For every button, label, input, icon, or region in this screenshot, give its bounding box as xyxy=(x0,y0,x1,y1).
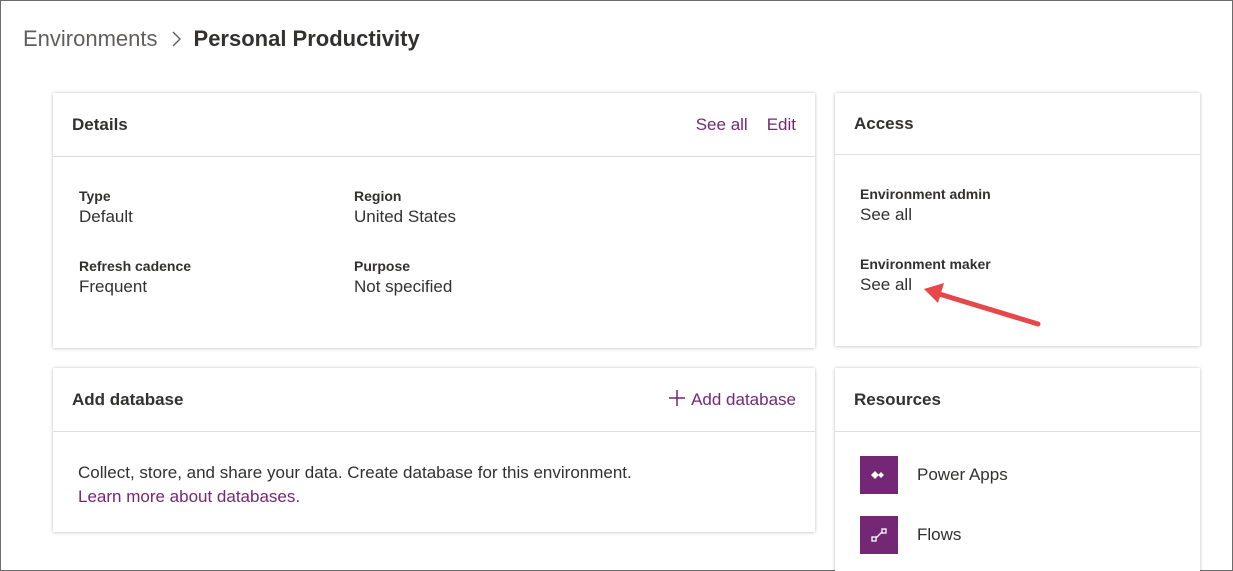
details-actions: See all Edit xyxy=(696,115,796,135)
breadcrumb-environments-link[interactable]: Environments xyxy=(23,26,158,52)
learn-more-databases-link[interactable]: Learn more about databases. xyxy=(78,485,632,509)
resources-header: Resources xyxy=(835,368,1200,432)
access-header: Access xyxy=(835,93,1200,155)
add-database-title: Add database xyxy=(72,389,184,409)
field-purpose-value: Not specified xyxy=(354,277,453,296)
add-database-card: Add database Add database Collect, store… xyxy=(53,368,815,532)
environment-maker: Environment maker See all xyxy=(860,256,991,295)
add-database-header: Add database Add database xyxy=(53,368,815,432)
field-type: Type Default xyxy=(79,188,133,227)
resource-power-apps-label: Power Apps xyxy=(917,465,1008,484)
field-purpose: Purpose Not specified xyxy=(354,258,452,297)
field-region: Region United States xyxy=(354,188,456,227)
add-database-button-label: Add database xyxy=(691,389,796,409)
field-type-label: Type xyxy=(79,188,111,204)
environment-admin: Environment admin See all xyxy=(860,186,991,225)
breadcrumb: Environments Personal Productivity xyxy=(23,23,420,55)
environment-maker-label: Environment maker xyxy=(860,256,991,272)
field-type-value: Default xyxy=(79,207,133,226)
field-purpose-label: Purpose xyxy=(354,258,411,274)
field-region-value: United States xyxy=(354,207,457,226)
page-title: Personal Productivity xyxy=(193,26,420,51)
access-title: Access xyxy=(854,113,914,133)
environment-maker-see-all-link[interactable]: See all xyxy=(860,275,991,295)
add-database-body: Collect, store, and share your data. Cre… xyxy=(78,461,632,509)
environment-admin-see-all-link[interactable]: See all xyxy=(860,205,991,225)
resources-card: Resources Power Apps Flows xyxy=(835,368,1200,571)
field-refresh-cadence-value: Frequent xyxy=(79,277,148,296)
resources-title: Resources xyxy=(854,389,941,409)
field-refresh-cadence: Refresh cadence Frequent xyxy=(79,258,191,297)
resource-power-apps[interactable]: Power Apps xyxy=(860,456,1008,494)
details-see-all-link[interactable]: See all xyxy=(696,115,748,135)
plus-icon xyxy=(668,388,686,412)
field-region-label: Region xyxy=(354,188,402,204)
environment-admin-label: Environment admin xyxy=(860,186,991,202)
details-title: Details xyxy=(72,114,128,134)
resource-flows[interactable]: Flows xyxy=(860,516,961,554)
details-header: Details See all Edit xyxy=(53,93,815,157)
add-database-button[interactable]: Add database xyxy=(668,388,796,412)
access-card: Access Environment admin See all Environ… xyxy=(835,93,1200,346)
details-edit-link[interactable]: Edit xyxy=(767,115,796,135)
details-card: Details See all Edit Type Default Region… xyxy=(53,93,815,348)
field-refresh-cadence-label: Refresh cadence xyxy=(79,258,192,274)
resource-flows-label: Flows xyxy=(917,525,962,544)
add-database-description: Collect, store, and share your data. Cre… xyxy=(78,463,632,482)
power-apps-icon xyxy=(860,456,898,494)
chevron-right-icon xyxy=(172,31,182,47)
flows-icon xyxy=(860,516,898,554)
